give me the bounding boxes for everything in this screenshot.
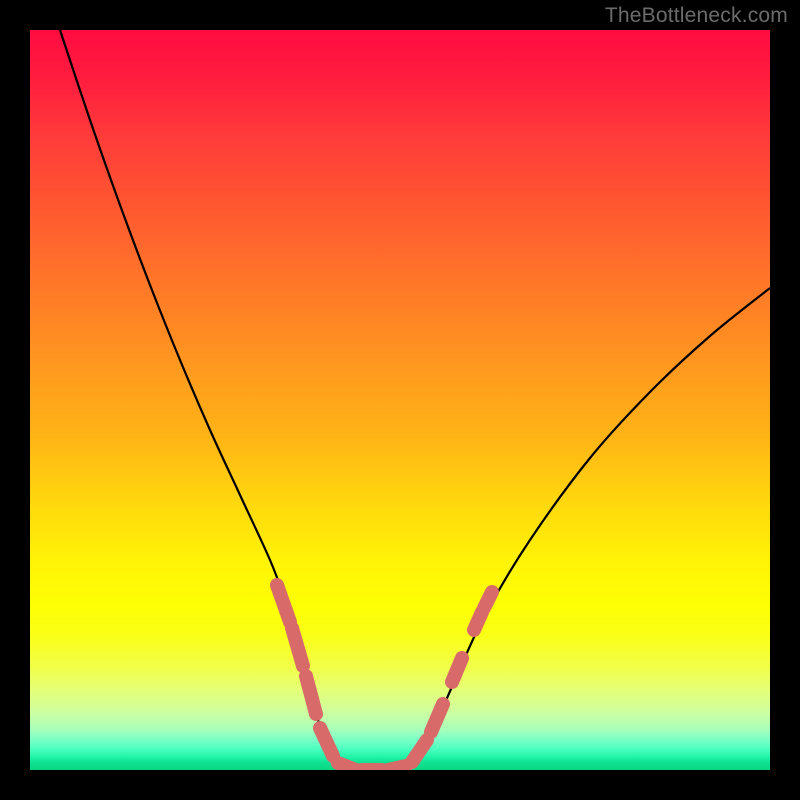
- curve-marker-segment: [338, 763, 356, 770]
- curve-marker-segment: [484, 592, 492, 608]
- curve-marker-segment: [306, 676, 316, 714]
- curve-marker-segment: [412, 740, 427, 762]
- bottleneck-curve: [60, 30, 770, 770]
- watermark-text: TheBottleneck.com: [605, 4, 788, 28]
- curve-marker-segment: [277, 585, 290, 622]
- curve-marker-cluster: [277, 585, 492, 770]
- chart-svg: [30, 30, 770, 770]
- curve-marker-segment: [474, 612, 482, 630]
- curve-marker-segment: [320, 728, 333, 756]
- curve-marker-segment: [388, 766, 406, 770]
- chart-frame: [30, 30, 770, 770]
- curve-marker-segment: [452, 658, 462, 682]
- curve-marker-segment: [292, 628, 303, 666]
- curve-marker-segment: [431, 704, 443, 732]
